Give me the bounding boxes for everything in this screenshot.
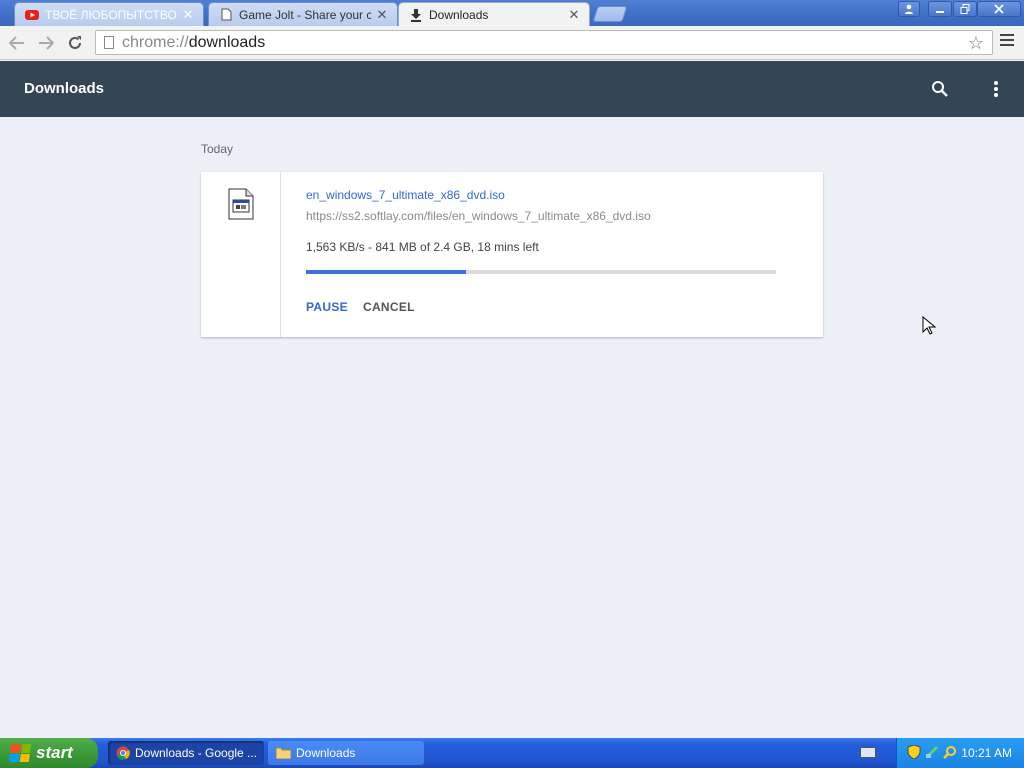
reload-icon — [69, 36, 81, 49]
system-tray: 10:21 AM — [896, 738, 1024, 768]
mouse-cursor-icon — [922, 315, 937, 339]
tab-downloads[interactable]: Downloads ✕ — [398, 2, 590, 27]
tab-youtube[interactable]: ТВОЁ ЛЮБОПЫТСТВО ТЕ ✕ — [14, 2, 204, 26]
download-filename-link[interactable]: en_windows_7_ultimate_x86_dvd.iso — [306, 188, 505, 202]
youtube-icon — [25, 8, 39, 22]
download-source-url[interactable]: https://ss2.softlay.com/files/en_windows… — [306, 209, 651, 223]
more-options-icon[interactable] — [994, 81, 1000, 99]
page-icon — [104, 36, 114, 49]
download-progress-bar — [306, 270, 776, 274]
clock: 10:21 AM — [961, 746, 1012, 760]
close-tab-icon[interactable]: ✕ — [567, 7, 581, 23]
date-heading: Today — [201, 142, 234, 156]
keyboard-icon[interactable] — [860, 747, 876, 758]
browser-toolbar: chrome://downloads ☆ — [0, 26, 1024, 60]
minimize-button[interactable] — [928, 1, 952, 17]
new-tab-button[interactable] — [592, 6, 628, 22]
user-icon — [905, 4, 913, 14]
download-item: en_windows_7_ultimate_x86_dvd.iso https:… — [201, 172, 823, 337]
chrome-menu-icon[interactable] — [1000, 34, 1014, 49]
tab-gamejolt[interactable]: Game Jolt - Share your creati ✕ — [208, 2, 398, 26]
close-window-button[interactable] — [977, 1, 1021, 17]
forward-button[interactable] — [35, 32, 57, 54]
forward-arrow-icon — [39, 36, 54, 50]
network-icon[interactable] — [925, 745, 939, 759]
close-tab-icon[interactable]: ✕ — [375, 7, 389, 23]
taskbar-item-folder[interactable]: Downloads — [268, 741, 424, 765]
back-arrow-icon — [9, 36, 24, 50]
reload-button[interactable] — [64, 32, 86, 54]
tab-title: Game Jolt - Share your creati — [239, 7, 371, 22]
taskbar-item-label: Downloads — [296, 746, 356, 760]
pause-button[interactable]: PAUSE — [306, 300, 348, 314]
start-button[interactable]: start — [0, 738, 98, 768]
minimize-icon — [936, 11, 944, 13]
windows-taskbar: start Downloads - Google ... Downloads 1… — [0, 738, 1024, 768]
page-icon — [219, 8, 233, 22]
tab-title: Downloads — [429, 8, 489, 22]
user-profile-button[interactable] — [898, 1, 920, 17]
security-shield-icon[interactable] — [907, 744, 921, 760]
close-icon — [994, 4, 1004, 14]
page-title: Downloads — [24, 80, 105, 97]
chrome-icon — [116, 746, 130, 760]
bookmark-star-icon[interactable]: ☆ — [968, 33, 984, 54]
download-status: 1,563 KB/s - 841 MB of 2.4 GB, 18 mins l… — [306, 240, 539, 254]
address-bar[interactable]: chrome://downloads ☆ — [95, 30, 993, 55]
download-icon — [409, 8, 423, 22]
folder-icon — [276, 747, 291, 759]
start-label: start — [36, 743, 73, 762]
downloads-header: Downloads — [0, 61, 1024, 117]
cancel-button[interactable]: CANCEL — [363, 300, 415, 314]
url-host: downloads — [188, 33, 266, 51]
close-tab-icon[interactable]: ✕ — [181, 7, 195, 23]
tab-title: ТВОЁ ЛЮБОПЫТСТВО ТЕ — [45, 7, 177, 22]
restore-icon — [960, 4, 970, 14]
search-tray-icon[interactable] — [943, 745, 957, 759]
file-icon-column — [201, 172, 281, 337]
progress-fill — [306, 270, 466, 274]
restore-button[interactable] — [953, 1, 977, 17]
file-icon — [228, 188, 254, 220]
windows-logo-icon — [8, 744, 32, 762]
taskbar-item-chrome[interactable]: Downloads - Google ... — [108, 741, 264, 765]
search-icon[interactable] — [930, 79, 950, 99]
taskbar-item-label: Downloads - Google ... — [135, 746, 258, 760]
url-scheme: chrome:// — [122, 33, 189, 51]
back-button[interactable] — [6, 32, 28, 54]
browser-titlebar: ТВОЁ ЛЮБОПЫТСТВО ТЕ ✕ Game Jolt - Share … — [0, 0, 1024, 27]
